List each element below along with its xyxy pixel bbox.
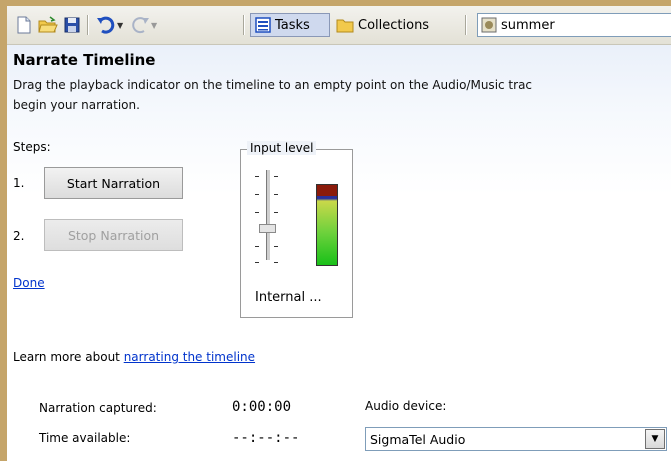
learn-more-prefix: Learn more about (13, 350, 124, 364)
slider-tick (255, 194, 259, 195)
undo-arrow-icon (97, 16, 115, 34)
slider-tick (274, 194, 278, 195)
slider-tick (274, 176, 278, 177)
slider-tick (255, 176, 259, 177)
instructions-line-2: begin your narration. (13, 98, 140, 112)
collection-search-input[interactable] (497, 17, 671, 33)
toolbar-separator (465, 15, 467, 35)
undo-dropdown[interactable]: ▼ (117, 13, 123, 37)
instructions-line-1: Drag the playback indicator on the timel… (13, 78, 533, 92)
collection-image-icon (481, 17, 497, 33)
audio-device-dropdown-button[interactable]: ▼ (645, 429, 665, 449)
done-link[interactable]: Done (13, 276, 45, 290)
tasks-label: Tasks (275, 17, 310, 33)
input-device-label: Internal ... (255, 290, 322, 305)
learn-more-text: Learn more about narrating the timeline (13, 350, 255, 364)
slider-tick (274, 246, 278, 247)
input-level-group: Input level Internal ... (240, 141, 353, 318)
collections-button[interactable]: Collections (336, 13, 461, 37)
undo-button[interactable] (95, 13, 117, 37)
tasks-button[interactable]: Tasks (250, 13, 330, 37)
narrating-timeline-link[interactable]: narrating the timeline (124, 350, 255, 364)
time-available-label: Time available: (39, 431, 131, 445)
steps-label: Steps: (13, 140, 51, 154)
chevron-down-icon: ▼ (117, 20, 124, 30)
redo-button[interactable] (129, 13, 151, 37)
collection-search-box[interactable] (477, 13, 671, 37)
input-level-meter (316, 184, 338, 266)
save-disk-icon (64, 17, 80, 33)
window-frame-left (0, 0, 7, 461)
new-document-icon (17, 16, 31, 34)
redo-arrow-icon (132, 17, 149, 34)
instructions-text: Drag the playback indicator on the timel… (13, 75, 671, 115)
save-project-button[interactable] (61, 13, 83, 37)
audio-device-label: Audio device: (365, 399, 447, 413)
open-project-button[interactable] (37, 13, 59, 37)
input-level-slider-thumb[interactable] (259, 224, 276, 233)
time-available-value: --:--:-- (232, 430, 300, 446)
chevron-down-icon: ▼ (651, 434, 659, 444)
collections-label: Collections (358, 17, 430, 33)
slider-tick (255, 212, 259, 213)
input-level-slider-track[interactable] (266, 170, 270, 260)
tasks-list-icon (255, 17, 271, 33)
toolbar-separator (243, 15, 245, 35)
step-2-number: 2. (13, 229, 25, 243)
narrate-timeline-panel: Narrate Timeline Drag the playback indic… (7, 45, 671, 461)
slider-tick (255, 262, 259, 263)
collections-folder-icon (336, 19, 354, 33)
toolbar-separator (87, 15, 89, 35)
redo-dropdown[interactable]: ▼ (151, 13, 157, 37)
slider-tick (274, 262, 278, 263)
narration-captured-label: Narration captured: (39, 401, 157, 415)
page-title: Narrate Timeline (13, 51, 156, 69)
narration-captured-value: 0:00:00 (232, 399, 292, 415)
new-project-button[interactable] (13, 13, 35, 37)
slider-tick (274, 212, 278, 213)
audio-device-value: SigmaTel Audio (370, 431, 466, 447)
step-1-number: 1. (13, 176, 25, 190)
done-link-text[interactable]: Done (13, 276, 45, 290)
slider-tick (255, 246, 259, 247)
start-narration-button[interactable]: Start Narration (44, 167, 183, 199)
stop-narration-button[interactable]: Stop Narration (44, 219, 183, 251)
chevron-down-icon: ▼ (151, 20, 158, 30)
audio-device-select[interactable]: SigmaTel Audio ▼ (365, 427, 667, 451)
input-level-caption: Input level (247, 141, 317, 155)
open-folder-icon (38, 16, 58, 33)
toolbar: ▼ ▼ Tasks Collections (7, 6, 671, 45)
